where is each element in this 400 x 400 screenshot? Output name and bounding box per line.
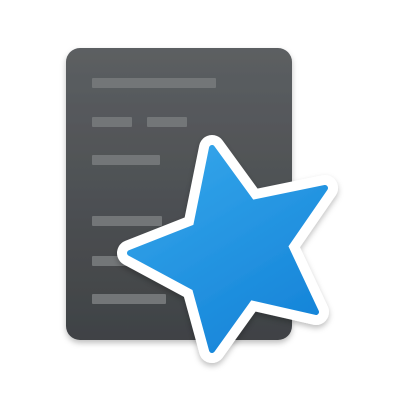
document-line: [92, 155, 160, 165]
document-line: [147, 117, 187, 127]
document-line: [92, 294, 166, 304]
document-star-icon: [66, 48, 338, 363]
document-line: [92, 78, 216, 88]
document-line: [92, 216, 162, 226]
app-icon: [0, 0, 400, 400]
document-line: [92, 117, 132, 127]
